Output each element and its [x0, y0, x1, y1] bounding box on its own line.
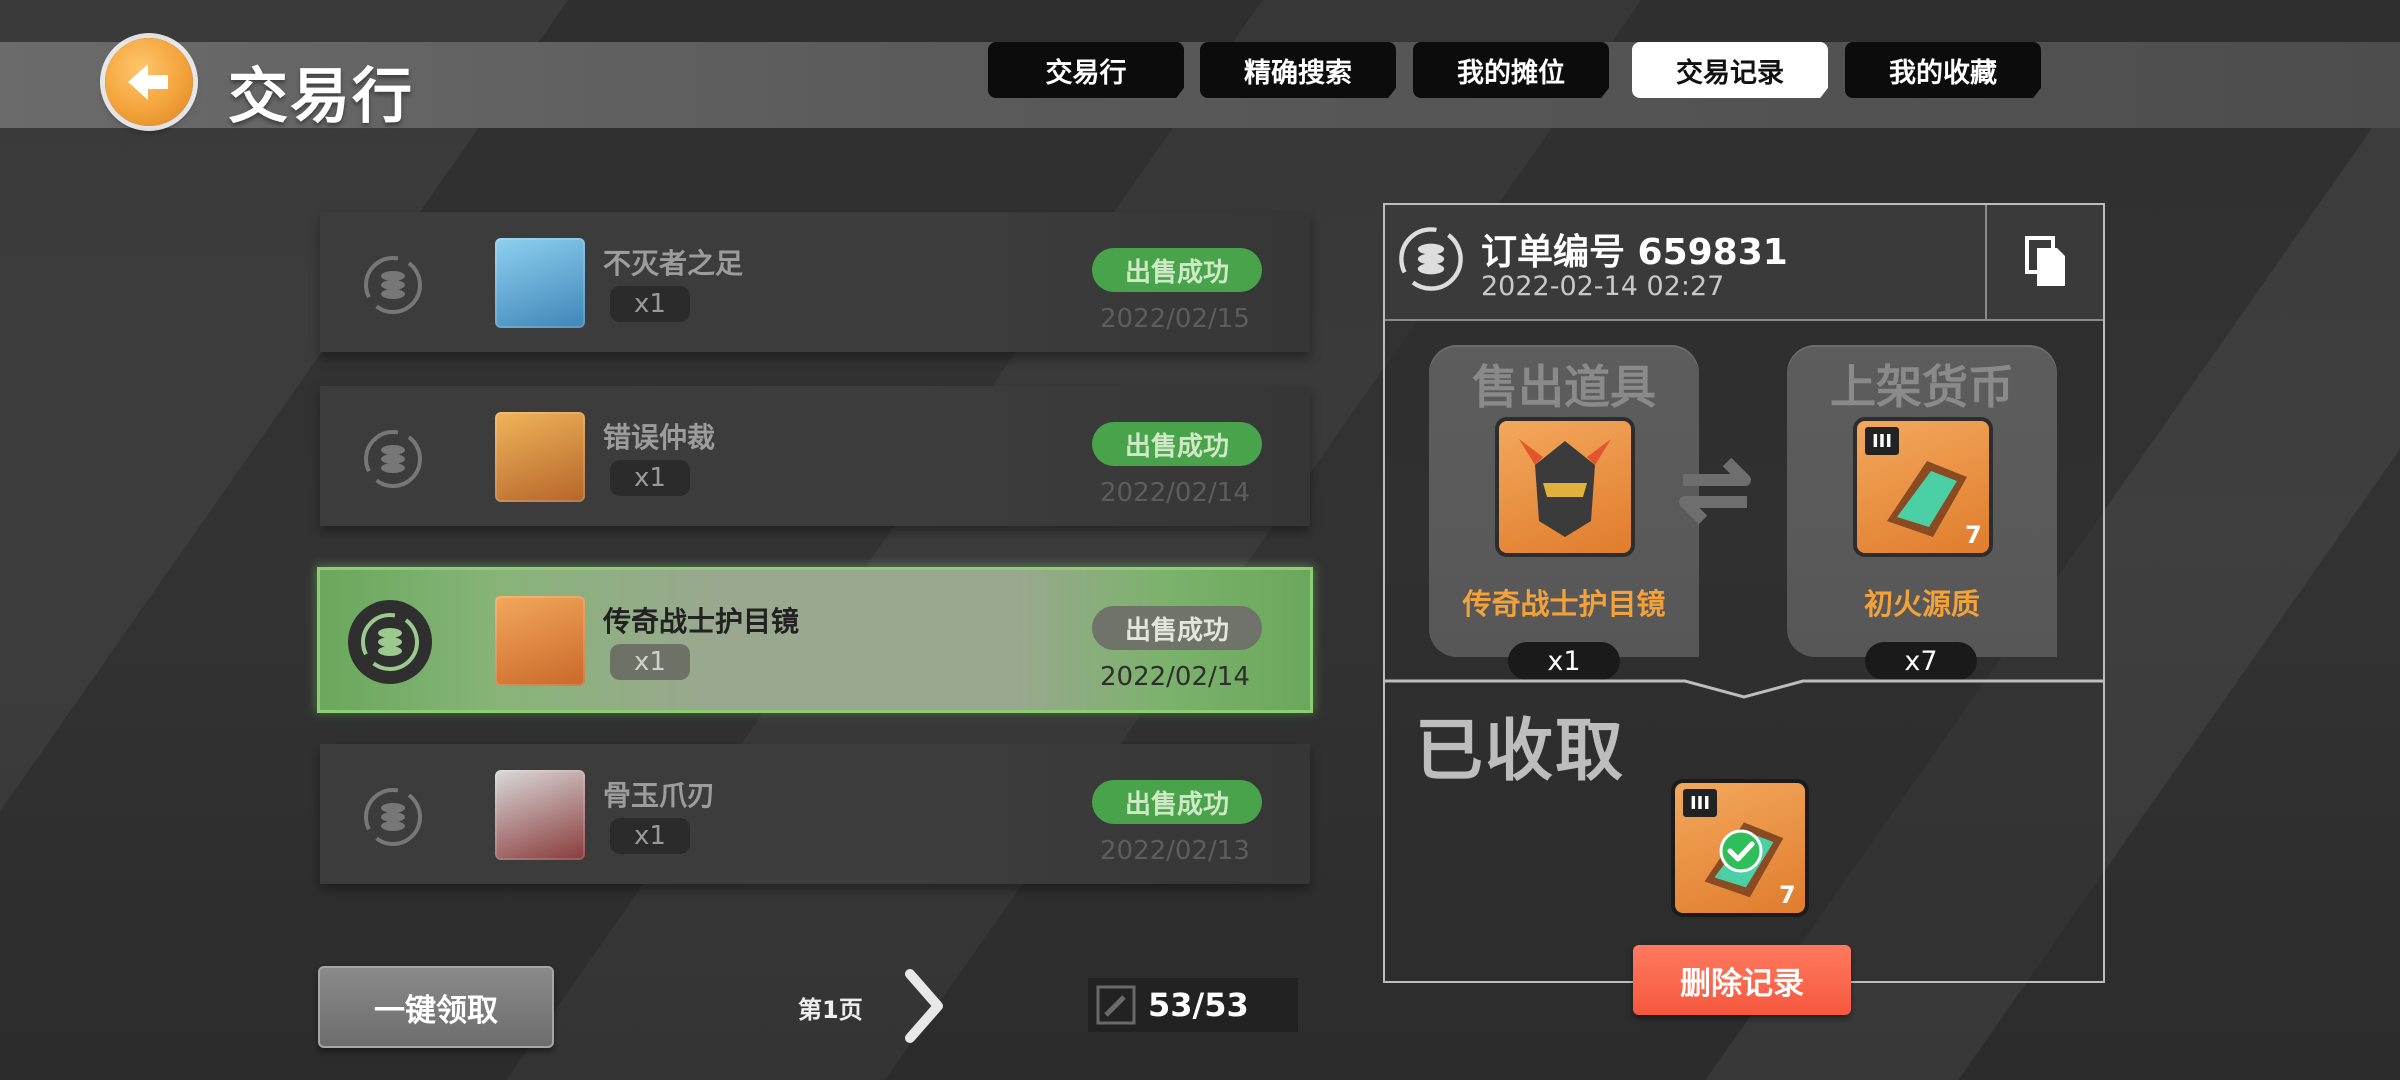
record-row[interactable]: 骨玉爪刃 x1 出售成功 2022/02/13 [320, 744, 1310, 884]
order-datetime: 2022-02-14 02:27 [1481, 271, 1725, 302]
order-number: 订单编号 659831 [1481, 232, 1788, 273]
tab-label: 我的收藏 [1889, 57, 1997, 89]
item-thumbnail [495, 412, 585, 502]
claim-all-label: 一键领取 [374, 992, 498, 1029]
order-detail-panel: 订单编号 659831 2022-02-14 02:27 售出道具 传奇战士护目… [1383, 203, 2105, 983]
tab-trade[interactable]: 交易行 [988, 42, 1184, 98]
back-arrow-icon [128, 64, 168, 100]
item-name: 骨玉爪刃 [603, 779, 716, 812]
back-button[interactable] [105, 38, 193, 126]
item-quantity: x1 [610, 286, 690, 322]
item-name: 传奇战士护目镜 [603, 605, 800, 638]
currency-count-badge: 7 [1965, 521, 1982, 549]
record-count-box: 53/53 [1088, 978, 1298, 1032]
coin-stack-icon [362, 254, 424, 316]
item-name: 错误仲裁 [603, 421, 716, 454]
record-row[interactable]: 错误仲裁 x1 出售成功 2022/02/14 [320, 386, 1310, 526]
sold-item-name: 传奇战士护目镜 [1462, 587, 1666, 621]
status-badge: 出售成功 [1092, 606, 1262, 650]
exchange-arrows-icon [1675, 440, 1755, 544]
record-date: 2022/02/14 [1100, 662, 1250, 692]
record-row-selected[interactable]: 传奇战士护目镜 x1 出售成功 2022/02/14 [317, 567, 1313, 713]
edit-icon [1096, 985, 1136, 1025]
record-date: 2022/02/15 [1100, 304, 1250, 334]
tier-badge: III [1865, 427, 1899, 455]
collected-label: 已收取 [1415, 712, 1626, 791]
page-indicator: 第1页 [798, 996, 863, 1024]
sold-item-thumbnail[interactable] [1499, 421, 1631, 553]
tier-badge: III [1683, 789, 1717, 817]
order-header: 订单编号 659831 2022-02-14 02:27 [1385, 205, 2103, 321]
tab-label: 交易记录 [1676, 57, 1784, 89]
sold-item-card: 售出道具 传奇战士护目镜 [1429, 345, 1699, 657]
copy-icon [2025, 236, 2065, 286]
item-quantity: x1 [610, 644, 690, 680]
tab-my-favorites[interactable]: 我的收藏 [1845, 42, 2041, 98]
coin-stack-icon [362, 428, 424, 490]
claim-all-button[interactable]: 一键领取 [318, 966, 554, 1048]
copy-order-button[interactable] [1985, 205, 2105, 319]
tab-label: 我的摊位 [1457, 57, 1565, 89]
item-quantity: x1 [610, 460, 690, 496]
item-quantity: x1 [610, 818, 690, 854]
collected-count-badge: 7 [1779, 881, 1796, 909]
currency-title: 上架货币 [1830, 360, 2014, 414]
delete-record-button[interactable]: 删除记录 [1633, 945, 1851, 1015]
item-name: 不灭者之足 [603, 247, 744, 280]
status-badge: 出售成功 [1092, 780, 1262, 824]
tab-label: 精确搜索 [1244, 57, 1352, 89]
currency-thumbnail[interactable]: III 7 [1857, 421, 1989, 553]
record-count: 53/53 [1148, 986, 1249, 1024]
status-badge: 出售成功 [1092, 422, 1262, 466]
coin-stack-icon [362, 786, 424, 848]
collected-item-thumbnail[interactable]: III 7 [1675, 783, 1805, 913]
check-icon [1719, 829, 1763, 877]
item-thumbnail [495, 596, 585, 686]
delete-record-label: 删除记录 [1680, 965, 1804, 1002]
currency-card: 上架货币 III 7 初火源质 [1787, 345, 2057, 657]
item-thumbnail [495, 770, 585, 860]
status-badge: 出售成功 [1092, 248, 1262, 292]
next-page-button[interactable] [900, 966, 950, 1046]
record-date: 2022/02/13 [1100, 836, 1250, 866]
record-date: 2022/02/14 [1100, 478, 1250, 508]
page-title: 交易行 [228, 62, 414, 132]
sold-item-title: 售出道具 [1472, 360, 1656, 414]
item-thumbnail [495, 238, 585, 328]
coin-stack-icon [348, 600, 432, 684]
next-chevron-icon [905, 969, 943, 1043]
tab-precise-search[interactable]: 精确搜索 [1200, 42, 1396, 98]
currency-name: 初火源质 [1863, 587, 1980, 621]
tab-label: 交易行 [1045, 57, 1127, 89]
record-row[interactable]: 不灭者之足 x1 出售成功 2022/02/15 [320, 212, 1310, 352]
coin-stack-icon [1397, 225, 1465, 297]
tab-trade-records[interactable]: 交易记录 [1632, 42, 1828, 98]
tab-my-stall[interactable]: 我的摊位 [1413, 42, 1609, 98]
